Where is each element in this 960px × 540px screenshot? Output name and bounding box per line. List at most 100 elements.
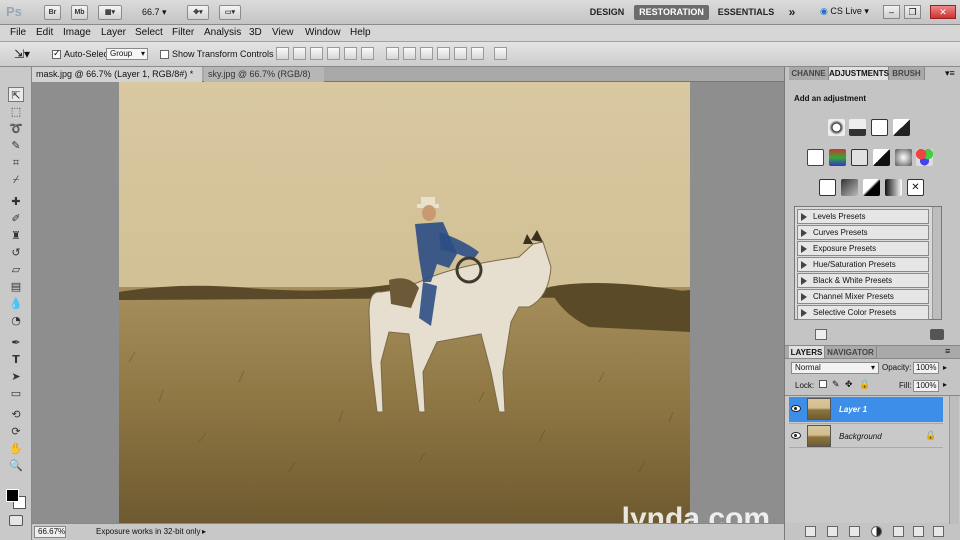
menu-analysis[interactable]: Analysis — [204, 27, 241, 38]
channel-mixer-icon[interactable] — [916, 149, 933, 166]
blend-mode-dropdown[interactable]: Normal ▾ — [791, 362, 879, 374]
document-photo[interactable] — [119, 82, 690, 523]
type-tool-icon[interactable]: T — [8, 352, 24, 367]
pen-tool-icon[interactable]: ✒ — [8, 335, 24, 350]
maximize-button[interactable]: ❐ — [904, 5, 921, 19]
minimize-button[interactable]: – — [883, 5, 900, 19]
brush-tool-icon[interactable]: ✐ — [8, 211, 24, 226]
status-menu-arrow[interactable]: ▸ — [202, 527, 206, 536]
tab-mask-jpg[interactable]: mask.jpg @ 66.7% (Layer 1, RGB/8#) * — [32, 67, 202, 82]
move-tool-icon[interactable]: ⇱ — [8, 87, 24, 102]
layers-panel-menu-icon[interactable]: ≡ — [945, 346, 950, 356]
menu-filter[interactable]: Filter — [172, 27, 194, 38]
lock-position-icon[interactable]: ✥ — [845, 379, 853, 390]
crop-tool-icon[interactable]: ⌗ — [8, 155, 24, 170]
channel-mixer-presets-row[interactable]: Channel Mixer Presets — [797, 289, 929, 304]
tab-layers[interactable]: LAYERS — [789, 346, 825, 358]
distribute-top-icon[interactable] — [386, 47, 399, 60]
bridge-button[interactable]: Br — [44, 5, 61, 20]
mini-bridge-button[interactable]: Mb — [71, 5, 88, 20]
auto-select-checkbox[interactable]: ✓ — [52, 48, 61, 59]
menu-help[interactable]: Help — [350, 27, 371, 38]
posterize-icon[interactable] — [841, 179, 858, 196]
layer-style-icon[interactable] — [827, 526, 838, 537]
eyedropper-tool-icon[interactable]: ⌿ — [8, 172, 24, 187]
zoom-level-menu[interactable]: 66.7 ▾ — [142, 7, 167, 18]
align-left-icon[interactable] — [327, 47, 340, 60]
new-group-icon[interactable] — [893, 526, 904, 537]
3d-rotate-tool-icon[interactable]: ⟲ — [8, 407, 24, 422]
opacity-field[interactable]: 100% — [913, 362, 939, 374]
align-vertical-center-icon[interactable] — [293, 47, 306, 60]
levels-presets-row[interactable]: Levels Presets — [797, 209, 929, 224]
zoom-tool-icon[interactable]: 🔍 — [8, 458, 24, 473]
tab-brush[interactable]: BRUSH — [889, 67, 925, 80]
marquee-tool-icon[interactable]: ⬚ — [8, 104, 24, 119]
workspace-restoration[interactable]: RESTORATION — [634, 5, 709, 20]
layers-scrollbar[interactable] — [949, 396, 959, 524]
align-top-icon[interactable] — [276, 47, 289, 60]
levels-icon[interactable] — [849, 119, 866, 136]
tab-adjustments[interactable]: ADJUSTMENTS — [829, 67, 889, 80]
return-to-list-icon[interactable] — [815, 329, 827, 340]
distribute-bottom-icon[interactable] — [420, 47, 433, 60]
align-bottom-icon[interactable] — [310, 47, 323, 60]
close-button[interactable]: ✕ — [930, 5, 956, 19]
black-white-presets-row[interactable]: Black & White Presets — [797, 273, 929, 288]
lock-transparent-pixels-icon[interactable] — [819, 380, 827, 388]
hue-saturation-presets-row[interactable]: Hue/Saturation Presets — [797, 257, 929, 272]
foreground-color-swatch[interactable] — [6, 489, 19, 502]
new-adjustment-layer-icon[interactable] — [871, 526, 882, 537]
workspace-essentials[interactable]: ESSENTIALS — [716, 5, 776, 20]
delete-layer-icon[interactable] — [933, 526, 944, 537]
menu-select[interactable]: Select — [135, 27, 163, 38]
exposure-icon[interactable] — [893, 119, 910, 136]
quick-selection-tool-icon[interactable]: ✎ — [8, 138, 24, 153]
auto-align-layers-icon[interactable] — [494, 47, 507, 60]
workspace-design[interactable]: DESIGN — [586, 5, 628, 20]
menu-view[interactable]: View — [272, 27, 294, 38]
clip-to-layer-icon[interactable] — [930, 329, 944, 340]
lasso-tool-icon[interactable]: ➰ — [8, 121, 24, 136]
rectangle-tool-icon[interactable]: ▭ — [8, 386, 24, 401]
vibrance-icon[interactable] — [807, 149, 824, 166]
align-right-icon[interactable] — [361, 47, 374, 60]
invert-icon[interactable] — [819, 179, 836, 196]
presets-scrollbar[interactable] — [932, 207, 941, 319]
3d-orbit-tool-icon[interactable]: ⟳ — [8, 424, 24, 439]
lock-all-icon[interactable]: 🔒 — [859, 379, 870, 390]
quick-mask-icon[interactable] — [9, 515, 23, 526]
dodge-tool-icon[interactable]: ◔ — [8, 313, 24, 328]
zoom-field[interactable]: 66.67% — [34, 526, 66, 538]
menu-file[interactable]: File — [10, 27, 26, 38]
menu-edit[interactable]: Edit — [36, 27, 53, 38]
layer-mask-icon[interactable] — [849, 526, 860, 537]
hand-tool-icon[interactable]: ✥▾ — [187, 5, 209, 20]
move-tool-preset-icon[interactable]: ⇲▾ — [14, 47, 30, 61]
path-selection-tool-icon[interactable]: ➤ — [8, 369, 24, 384]
hue-saturation-icon[interactable] — [829, 149, 846, 166]
layer-row-layer-1[interactable]: Layer 1 — [789, 397, 943, 422]
cs-live-menu[interactable]: ◉ CS Live ▾ — [820, 6, 869, 17]
brightness-contrast-icon[interactable] — [828, 119, 845, 136]
new-layer-icon[interactable] — [913, 526, 924, 537]
curves-icon[interactable] — [871, 119, 888, 136]
selective-color-presets-row[interactable]: Selective Color Presets — [797, 305, 929, 320]
menu-layer[interactable]: Layer — [101, 27, 126, 38]
show-transform-checkbox[interactable] — [160, 49, 169, 59]
curves-presets-row[interactable]: Curves Presets — [797, 225, 929, 240]
more-workspaces-button[interactable]: » — [784, 5, 800, 20]
fill-field[interactable]: 100% — [913, 380, 939, 392]
gradient-map-icon[interactable] — [885, 179, 902, 196]
photo-filter-icon[interactable] — [895, 149, 912, 166]
distribute-horizontal-center-icon[interactable] — [454, 47, 467, 60]
lock-image-pixels-icon[interactable]: ✎ — [832, 379, 840, 390]
distribute-vertical-center-icon[interactable] — [403, 47, 416, 60]
tab-channels[interactable]: CHANNE — [789, 67, 829, 80]
hand-tool-icon[interactable]: ✋ — [8, 441, 24, 456]
selective-color-icon[interactable]: ✕ — [907, 179, 924, 196]
menu-image[interactable]: Image — [63, 27, 91, 38]
spot-healing-tool-icon[interactable]: ✚ — [8, 194, 24, 209]
canvas-area[interactable]: lynda.com — [32, 82, 784, 535]
fill-slider-arrow[interactable]: ▸ — [943, 380, 947, 389]
